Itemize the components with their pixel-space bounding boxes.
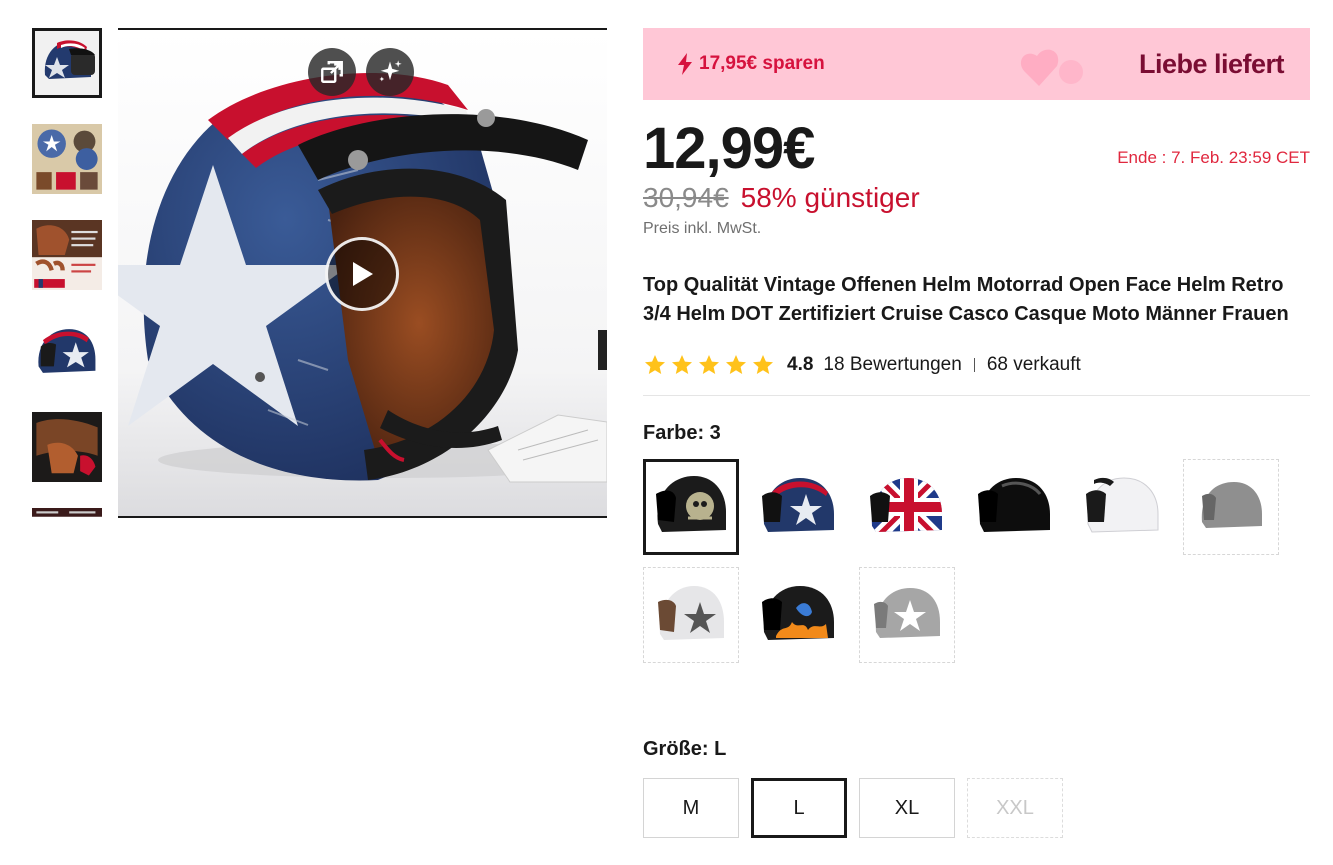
- product-title: Top Qualität Vintage Offenen Helm Motorr…: [643, 274, 1289, 325]
- main-product-image[interactable]: [118, 28, 607, 518]
- promo-brand: Liebe liefert: [1138, 48, 1285, 79]
- color-option-white-star-unavailable[interactable]: [643, 567, 739, 663]
- product-details: 17,95€ sparen Liebe liefert 12,99€ Ende …: [643, 28, 1310, 669]
- size-option-m[interactable]: M: [643, 778, 739, 838]
- color-option-union-jack[interactable]: [859, 459, 955, 555]
- star-icon: [753, 355, 773, 374]
- size-label: Größe: L: [643, 738, 727, 760]
- rating-row[interactable]: 4.8 18 Bewertungen 68 verkauft: [643, 353, 1310, 377]
- size-option-xxl[interactable]: XXL: [967, 778, 1063, 838]
- thumbnail-interior[interactable]: [32, 412, 102, 482]
- offer-end-time: Ende : 7. Feb. 23:59 CET: [1117, 148, 1310, 167]
- color-label: Farbe: 3: [643, 422, 721, 444]
- color-option-black-skull[interactable]: [643, 459, 739, 555]
- tax-note: Preis inkl. MwSt.: [643, 220, 762, 237]
- original-price: 30,94€: [643, 182, 729, 213]
- expand-icon[interactable]: [308, 48, 356, 96]
- color-swatches: [643, 459, 1310, 669]
- size-option-l[interactable]: L: [751, 778, 847, 838]
- color-option-gloss-black[interactable]: [967, 459, 1063, 555]
- star-icon: [645, 355, 665, 374]
- color-option-grey-star-unavailable[interactable]: [859, 567, 955, 663]
- section-divider: [643, 395, 1310, 396]
- sparkle-icon[interactable]: [366, 48, 414, 96]
- divider: [973, 358, 975, 372]
- review-count[interactable]: 18 Bewertungen: [823, 354, 961, 376]
- thumbnail-strip: [32, 28, 102, 518]
- color-option-navy-star[interactable]: [751, 459, 847, 555]
- color-option-white[interactable]: [1075, 459, 1171, 555]
- discount-label: 58% günstiger: [740, 182, 920, 213]
- color-option-black-flame[interactable]: [751, 567, 847, 663]
- thumbnail-partial[interactable]: [32, 508, 102, 518]
- thumbnail-helmet-side[interactable]: [32, 316, 102, 386]
- promo-banner[interactable]: 17,95€ sparen Liebe liefert: [643, 28, 1310, 100]
- star-rating: [643, 353, 775, 377]
- star-icon: [699, 355, 719, 374]
- savings-label: 17,95€ sparen: [677, 53, 825, 75]
- thumbnail-collage[interactable]: [32, 124, 102, 194]
- thumbnail-interior-info[interactable]: [32, 220, 102, 290]
- heart-decoration-icon: [1020, 49, 1083, 86]
- lightning-icon: [678, 53, 692, 75]
- play-icon[interactable]: [325, 237, 399, 311]
- color-option-grey-unavailable[interactable]: [1183, 459, 1279, 555]
- star-icon: [726, 355, 746, 374]
- rating-score: 4.8: [787, 354, 814, 375]
- sold-count: 68 verkauft: [986, 354, 1081, 375]
- star-icon: [672, 355, 692, 374]
- size-option-xl[interactable]: XL: [859, 778, 955, 838]
- thumbnail-helmet-front[interactable]: [32, 28, 102, 98]
- savings-text: 17,95€ sparen: [699, 53, 825, 74]
